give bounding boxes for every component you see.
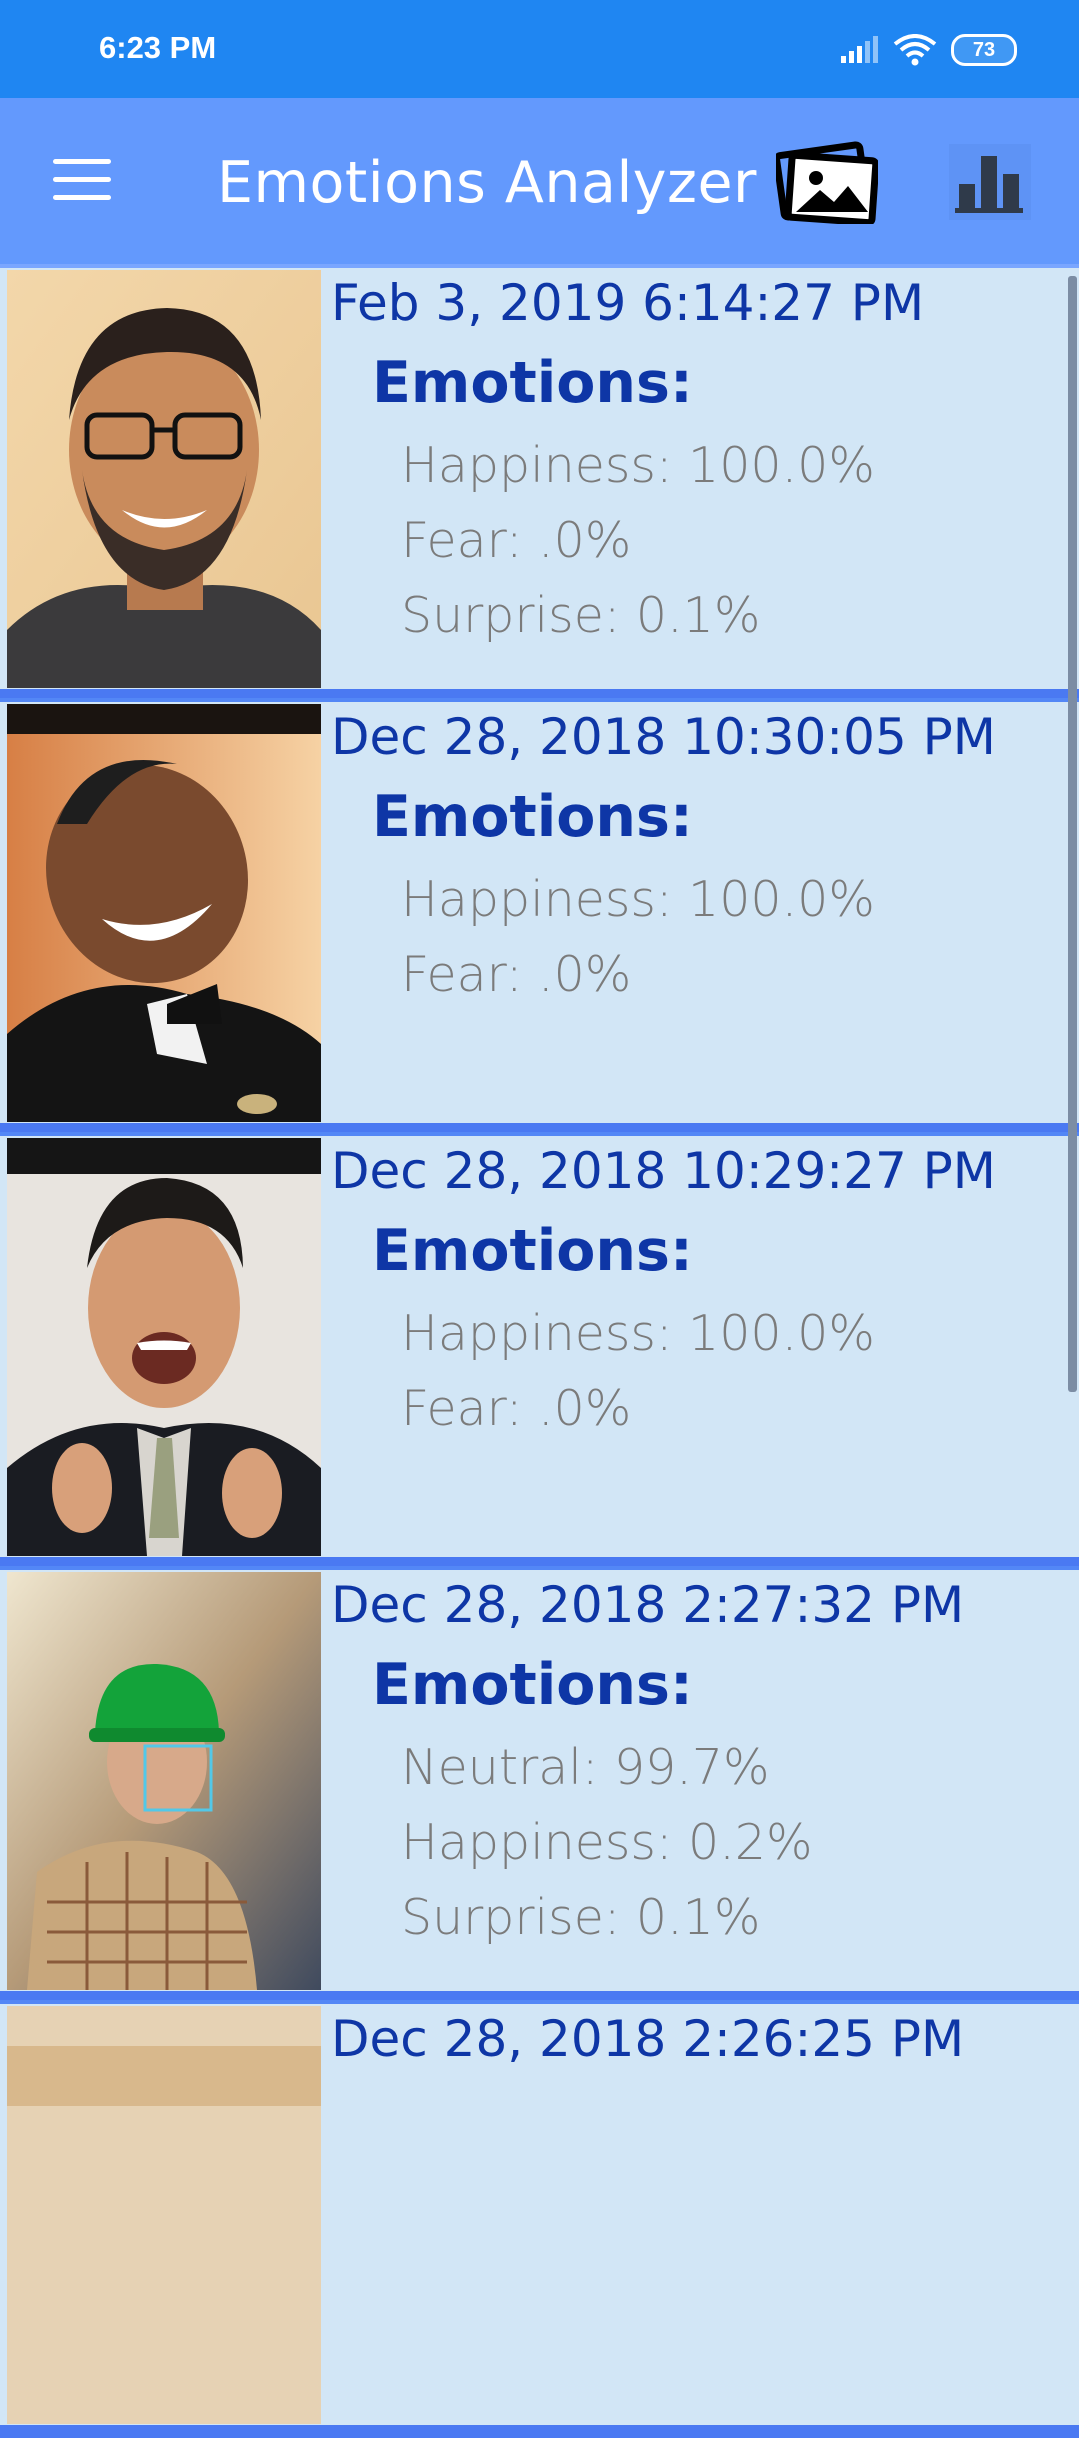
emotion-value: Neutral: 99.7% xyxy=(401,1739,770,1796)
emotions-heading: Emotions: xyxy=(372,784,693,850)
list-item[interactable]: Dec 28, 2018 10:29:27 PM Emotions: Happi… xyxy=(0,1132,1079,1570)
emotion-value: Fear: .0% xyxy=(401,1380,632,1437)
app-title: Emotions Analyzer xyxy=(217,150,757,216)
status-time: 6:23 PM xyxy=(99,30,217,65)
emotions-heading: Emotions: xyxy=(372,350,693,416)
gallery-icon[interactable] xyxy=(776,140,878,224)
bar-chart-icon[interactable] xyxy=(945,140,1035,224)
emotion-value: Surprise: 0.1% xyxy=(401,587,761,644)
emotion-value: Happiness: 100.0% xyxy=(401,437,875,494)
entry-date: Dec 28, 2018 10:30:05 PM xyxy=(331,708,996,766)
emotions-list: Happiness: 100.0% Fear: .0% xyxy=(401,862,875,1012)
emotions-heading: Emotions: xyxy=(372,1218,693,1284)
emotion-value: Fear: .0% xyxy=(401,946,632,1003)
list-item[interactable]: Dec 28, 2018 10:30:05 PM Emotions: Happi… xyxy=(0,698,1079,1136)
list-item[interactable]: Dec 28, 2018 2:27:32 PM Emotions: Neutra… xyxy=(0,1566,1079,2004)
menu-icon[interactable] xyxy=(53,159,113,203)
status-bar: 6:23 PM 73 xyxy=(0,0,1079,98)
emotion-value: Happiness: 100.0% xyxy=(401,1305,875,1362)
list-item[interactable]: Feb 3, 2019 6:14:27 PM Emotions: Happine… xyxy=(0,264,1079,702)
app-bar: Emotions Analyzer xyxy=(0,98,1079,264)
face-photo xyxy=(7,270,321,688)
signal-icon xyxy=(841,36,878,63)
face-photo xyxy=(7,1572,321,1990)
emotions-list: Happiness: 100.0% Fear: .0% xyxy=(401,1296,875,1446)
entry-date: Dec 28, 2018 10:29:27 PM xyxy=(331,1142,996,1200)
emotions-list: Happiness: 100.0% Fear: .0% Surprise: 0.… xyxy=(401,428,875,653)
list-item[interactable]: Dec 28, 2018 2:26:25 PM xyxy=(0,2000,1079,2438)
battery-icon: 73 xyxy=(951,34,1017,66)
scrollbar[interactable] xyxy=(1068,276,1077,1392)
emotion-value: Happiness: 0.2% xyxy=(401,1814,813,1871)
entry-date: Feb 3, 2019 6:14:27 PM xyxy=(331,274,925,332)
entry-date: Dec 28, 2018 2:26:25 PM xyxy=(331,2010,965,2068)
wifi-icon xyxy=(893,34,937,66)
face-photo xyxy=(7,1138,321,1556)
status-icons: 73 xyxy=(839,30,1017,70)
battery-level: 73 xyxy=(972,38,996,61)
emotion-value: Surprise: 0.1% xyxy=(401,1889,761,1946)
emotions-heading: Emotions: xyxy=(372,1652,693,1718)
emotion-value: Happiness: 100.0% xyxy=(401,871,875,928)
history-list[interactable]: Feb 3, 2019 6:14:27 PM Emotions: Happine… xyxy=(0,264,1079,2438)
face-photo xyxy=(7,704,321,1122)
face-photo xyxy=(7,2006,321,2424)
emotions-list: Neutral: 99.7% Happiness: 0.2% Surprise:… xyxy=(401,1730,813,1955)
entry-date: Dec 28, 2018 2:27:32 PM xyxy=(331,1576,965,1634)
emotion-value: Fear: .0% xyxy=(401,512,632,569)
